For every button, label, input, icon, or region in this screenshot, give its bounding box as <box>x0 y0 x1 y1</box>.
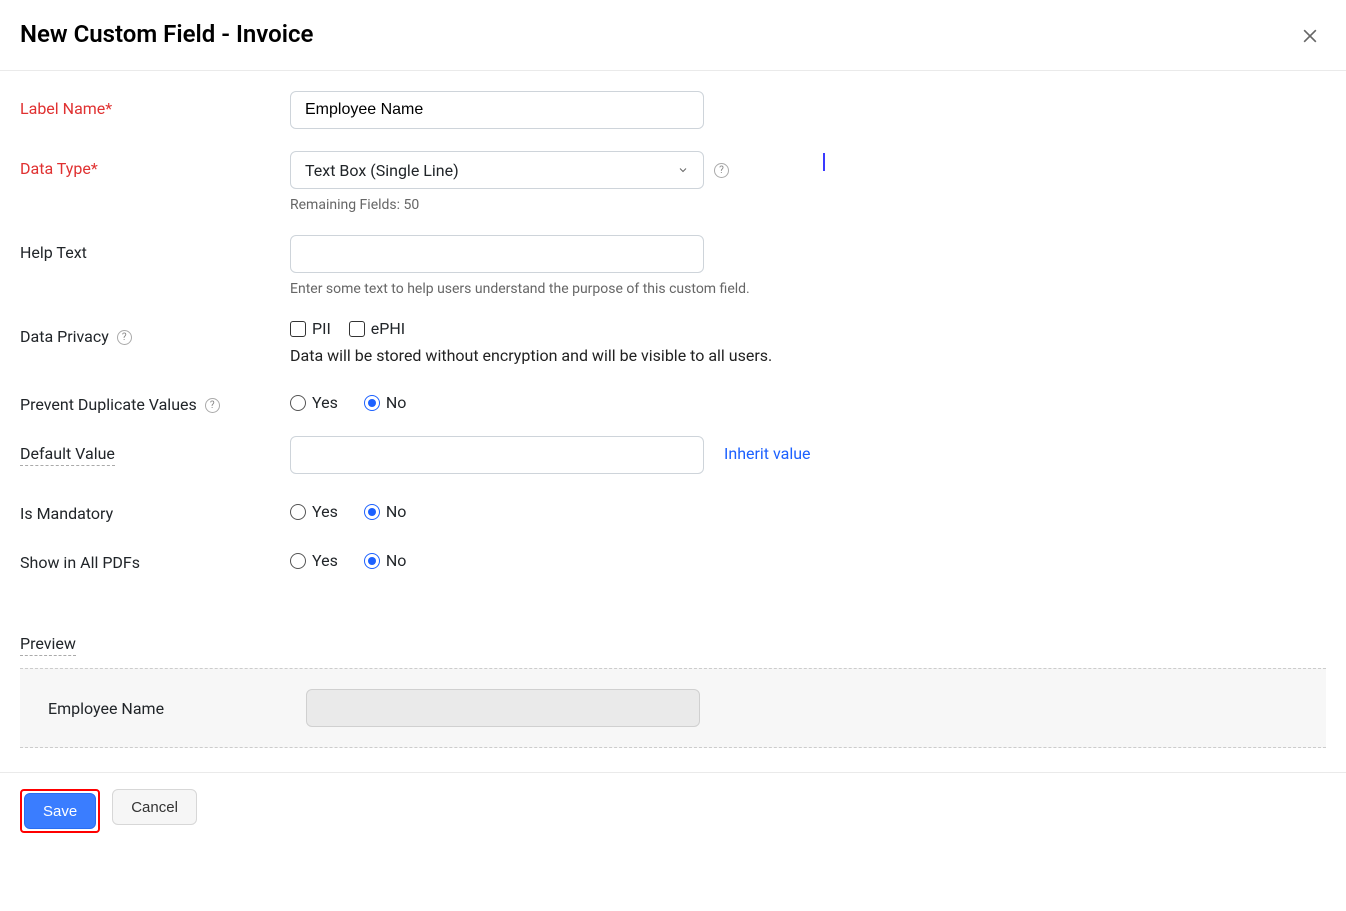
checkbox-icon <box>349 321 365 337</box>
data-type-help-icon[interactable]: ? <box>714 163 729 178</box>
save-button-highlight: Save <box>20 789 100 833</box>
data-type-select[interactable]: Text Box (Single Line) <box>290 151 704 189</box>
show-pdfs-yes-radio[interactable]: Yes <box>290 551 338 570</box>
dialog-header: New Custom Field - Invoice <box>0 0 1346 71</box>
remaining-fields-text: Remaining Fields: 50 <box>290 197 790 213</box>
prevent-dup-help-icon[interactable]: ? <box>205 398 220 413</box>
save-button[interactable]: Save <box>24 793 96 829</box>
help-text-label: Help Text <box>20 235 290 262</box>
radio-icon <box>364 395 380 411</box>
label-name-label: Label Name* <box>20 91 290 118</box>
radio-icon <box>290 395 306 411</box>
radio-icon <box>364 553 380 569</box>
preview-section-label: Preview <box>20 634 76 656</box>
radio-icon <box>290 504 306 520</box>
data-type-label: Data Type* <box>20 151 290 178</box>
prevent-dup-label: Prevent Duplicate Values ? <box>20 387 290 414</box>
data-privacy-label: Data Privacy ? <box>20 319 290 346</box>
text-caret <box>823 153 825 171</box>
preview-field-label: Employee Name <box>48 699 306 718</box>
radio-icon <box>290 553 306 569</box>
preview-box: Employee Name <box>20 668 1326 748</box>
ephi-checkbox[interactable]: ePHI <box>349 319 405 338</box>
dialog-title: New Custom Field - Invoice <box>20 20 313 48</box>
show-pdfs-no-radio[interactable]: No <box>364 551 407 570</box>
is-mandatory-label: Is Mandatory <box>20 496 290 523</box>
show-pdfs-label: Show in All PDFs <box>20 545 290 572</box>
default-value-input[interactable] <box>290 436 704 474</box>
radio-icon <box>364 504 380 520</box>
close-icon <box>1300 26 1320 46</box>
prevent-dup-no-radio[interactable]: No <box>364 393 407 412</box>
mandatory-yes-radio[interactable]: Yes <box>290 502 338 521</box>
help-text-hint: Enter some text to help users understand… <box>290 281 790 297</box>
default-value-label: Default Value <box>20 436 290 463</box>
data-privacy-help-icon[interactable]: ? <box>117 330 132 345</box>
help-text-input[interactable] <box>290 235 704 273</box>
data-privacy-note: Data will be stored without encryption a… <box>290 346 1326 365</box>
checkbox-icon <box>290 321 306 337</box>
data-type-value: Text Box (Single Line) <box>305 161 459 180</box>
close-button[interactable] <box>1294 20 1326 52</box>
preview-field-input <box>306 689 700 727</box>
mandatory-no-radio[interactable]: No <box>364 502 407 521</box>
cancel-button[interactable]: Cancel <box>112 789 197 825</box>
pii-checkbox[interactable]: PII <box>290 319 331 338</box>
chevron-down-icon <box>677 164 689 176</box>
label-name-input[interactable] <box>290 91 704 129</box>
inherit-value-link[interactable]: Inherit value <box>724 436 811 463</box>
prevent-dup-yes-radio[interactable]: Yes <box>290 393 338 412</box>
dialog-footer: Save Cancel <box>0 772 1346 853</box>
